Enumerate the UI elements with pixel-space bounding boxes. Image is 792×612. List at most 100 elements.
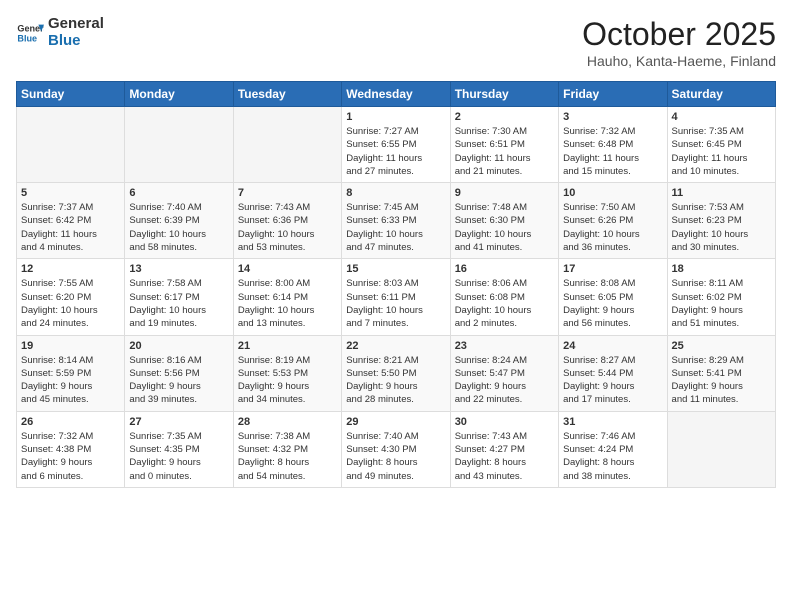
day-info-line: and 38 minutes. [563, 470, 662, 483]
day-info-line: Sunset: 6:26 PM [563, 214, 662, 227]
day-info-line: Sunrise: 7:38 AM [238, 430, 337, 443]
day-info: Sunrise: 8:06 AMSunset: 6:08 PMDaylight:… [455, 277, 554, 330]
day-number: 13 [129, 263, 228, 275]
day-info-line: and 19 minutes. [129, 317, 228, 330]
calendar-cell: 24Sunrise: 8:27 AMSunset: 5:44 PMDayligh… [559, 335, 667, 411]
day-info-line: Daylight: 10 hours [672, 228, 771, 241]
day-info-line: Sunset: 5:59 PM [21, 367, 120, 380]
day-info-line: Sunset: 5:47 PM [455, 367, 554, 380]
day-info-line: Daylight: 10 hours [346, 228, 445, 241]
day-info-line: Sunrise: 7:35 AM [672, 125, 771, 138]
day-info-line: Sunrise: 8:19 AM [238, 354, 337, 367]
day-number: 6 [129, 187, 228, 199]
day-info-line: and 11 minutes. [672, 393, 771, 406]
calendar-cell [125, 107, 233, 183]
day-info-line: Sunrise: 7:32 AM [563, 125, 662, 138]
day-info-line: Sunset: 4:35 PM [129, 443, 228, 456]
day-info-line: and 22 minutes. [455, 393, 554, 406]
calendar-cell: 18Sunrise: 8:11 AMSunset: 6:02 PMDayligh… [667, 259, 775, 335]
day-info-line: and 28 minutes. [346, 393, 445, 406]
day-info-line: Daylight: 8 hours [238, 456, 337, 469]
day-info-line: and 41 minutes. [455, 241, 554, 254]
calendar-cell: 21 Sunrise: 8:19 AMSunset: 5:53 PMDayligh… [233, 335, 341, 411]
calendar-cell: 3Sunrise: 7:32 AMSunset: 6:48 PMDaylight… [559, 107, 667, 183]
day-info-line: Sunset: 5:50 PM [346, 367, 445, 380]
day-info: Sunrise: 7:43 AMSunset: 6:36 PMDaylight:… [238, 201, 337, 254]
day-info-line: Daylight: 9 hours [129, 380, 228, 393]
day-info-line: Daylight: 9 hours [129, 456, 228, 469]
day-info-line: Sunset: 6:36 PM [238, 214, 337, 227]
day-info: Sunrise: 7:27 AMSunset: 6:55 PMDaylight:… [346, 125, 445, 178]
day-info-line: Sunrise: 7:55 AM [21, 277, 120, 290]
day-info-line: and 54 minutes. [238, 470, 337, 483]
day-info-line: Sunrise: 8:24 AM [455, 354, 554, 367]
title-area: October 2025 Hauho, Kanta-Haeme, Finland [582, 16, 776, 69]
day-info-line: and 17 minutes. [563, 393, 662, 406]
day-info: Sunrise: 8:11 AMSunset: 6:02 PMDaylight:… [672, 277, 771, 330]
calendar-cell: 12Sunrise: 7:55 AMSunset: 6:20 PMDayligh… [17, 259, 125, 335]
day-info-line: Sunrise: 8:06 AM [455, 277, 554, 290]
day-info-line: Sunrise: 7:30 AM [455, 125, 554, 138]
day-info-line: Daylight: 9 hours [21, 380, 120, 393]
calendar-cell: 23Sunrise: 8:24 AMSunset: 5:47 PMDayligh… [450, 335, 558, 411]
logo-icon: General Blue [16, 19, 44, 47]
day-info-line: Daylight: 9 hours [21, 456, 120, 469]
day-info-line: and 30 minutes. [672, 241, 771, 254]
calendar-cell: 9Sunrise: 7:48 AMSunset: 6:30 PMDaylight… [450, 183, 558, 259]
day-info-line: Sunrise: 7:50 AM [563, 201, 662, 214]
day-info-line: and 47 minutes. [346, 241, 445, 254]
logo-blue-text: Blue [48, 33, 104, 50]
calendar-cell: 5Sunrise: 7:37 AMSunset: 6:42 PMDaylight… [17, 183, 125, 259]
day-info-line: and 58 minutes. [129, 241, 228, 254]
day-info-line: Daylight: 9 hours [672, 380, 771, 393]
day-info-line: Sunset: 6:42 PM [21, 214, 120, 227]
day-info: Sunrise: 8:19 AMSunset: 5:53 PMDaylight:… [238, 354, 337, 407]
day-number: 25 [672, 340, 771, 352]
day-number: 1 [346, 111, 445, 123]
day-info-line: and 43 minutes. [455, 470, 554, 483]
day-info-line: Sunrise: 7:45 AM [346, 201, 445, 214]
calendar-cell: 6 Sunrise: 7:40 AMSunset: 6:39 PMDaylight… [125, 183, 233, 259]
day-number: 7 [238, 187, 337, 199]
calendar-week-2: 5Sunrise: 7:37 AMSunset: 6:42 PMDaylight… [17, 183, 776, 259]
day-info-line: and 56 minutes. [563, 317, 662, 330]
day-info-line: Sunset: 5:53 PM [238, 367, 337, 380]
calendar-cell [667, 411, 775, 487]
day-info-line: Daylight: 11 hours [563, 152, 662, 165]
day-info-line: Sunset: 4:38 PM [21, 443, 120, 456]
day-info-line: Sunrise: 8:08 AM [563, 277, 662, 290]
day-number: 8 [346, 187, 445, 199]
day-info-line: and 24 minutes. [21, 317, 120, 330]
day-info-line: Daylight: 10 hours [129, 228, 228, 241]
day-info-line: Sunset: 4:30 PM [346, 443, 445, 456]
calendar-cell: 4Sunrise: 7:35 AMSunset: 6:45 PMDaylight… [667, 107, 775, 183]
day-info-line: Daylight: 8 hours [563, 456, 662, 469]
calendar-cell: 30Sunrise: 7:43 AMSunset: 4:27 PMDayligh… [450, 411, 558, 487]
day-info: Sunrise: 7:32 AMSunset: 6:48 PMDaylight:… [563, 125, 662, 178]
calendar-week-1: 1 Sunrise: 7:27 AMSunset: 6:55 PMDaylight… [17, 107, 776, 183]
calendar-week-3: 12Sunrise: 7:55 AMSunset: 6:20 PMDayligh… [17, 259, 776, 335]
day-info-line: Sunrise: 7:35 AM [129, 430, 228, 443]
calendar-cell: 26Sunrise: 7:32 AMSunset: 4:38 PMDayligh… [17, 411, 125, 487]
day-number: 5 [21, 187, 120, 199]
day-info: Sunrise: 7:48 AMSunset: 6:30 PMDaylight:… [455, 201, 554, 254]
day-info-line: Daylight: 9 hours [672, 304, 771, 317]
day-info: Sunrise: 7:38 AMSunset: 4:32 PMDaylight:… [238, 430, 337, 483]
day-info: Sunrise: 7:40 AMSunset: 6:39 PMDaylight:… [129, 201, 228, 254]
calendar-cell: 29Sunrise: 7:40 AMSunset: 4:30 PMDayligh… [342, 411, 450, 487]
day-number: 21 [238, 340, 337, 352]
day-number: 29 [346, 416, 445, 428]
calendar-cell: 17Sunrise: 8:08 AMSunset: 6:05 PMDayligh… [559, 259, 667, 335]
month-title: October 2025 [582, 16, 776, 53]
calendar-cell: 8 Sunrise: 7:45 AMSunset: 6:33 PMDaylight… [342, 183, 450, 259]
day-info-line: Sunrise: 7:27 AM [346, 125, 445, 138]
weekday-header-sunday: Sunday [17, 82, 125, 107]
weekday-header-monday: Monday [125, 82, 233, 107]
day-info-line: Sunset: 6:30 PM [455, 214, 554, 227]
day-info-line: Sunrise: 7:53 AM [672, 201, 771, 214]
day-number: 27 [129, 416, 228, 428]
day-number: 20 [129, 340, 228, 352]
day-info-line: Sunrise: 8:00 AM [238, 277, 337, 290]
day-info: Sunrise: 7:45 AMSunset: 6:33 PMDaylight:… [346, 201, 445, 254]
day-info-line: Sunset: 6:23 PM [672, 214, 771, 227]
